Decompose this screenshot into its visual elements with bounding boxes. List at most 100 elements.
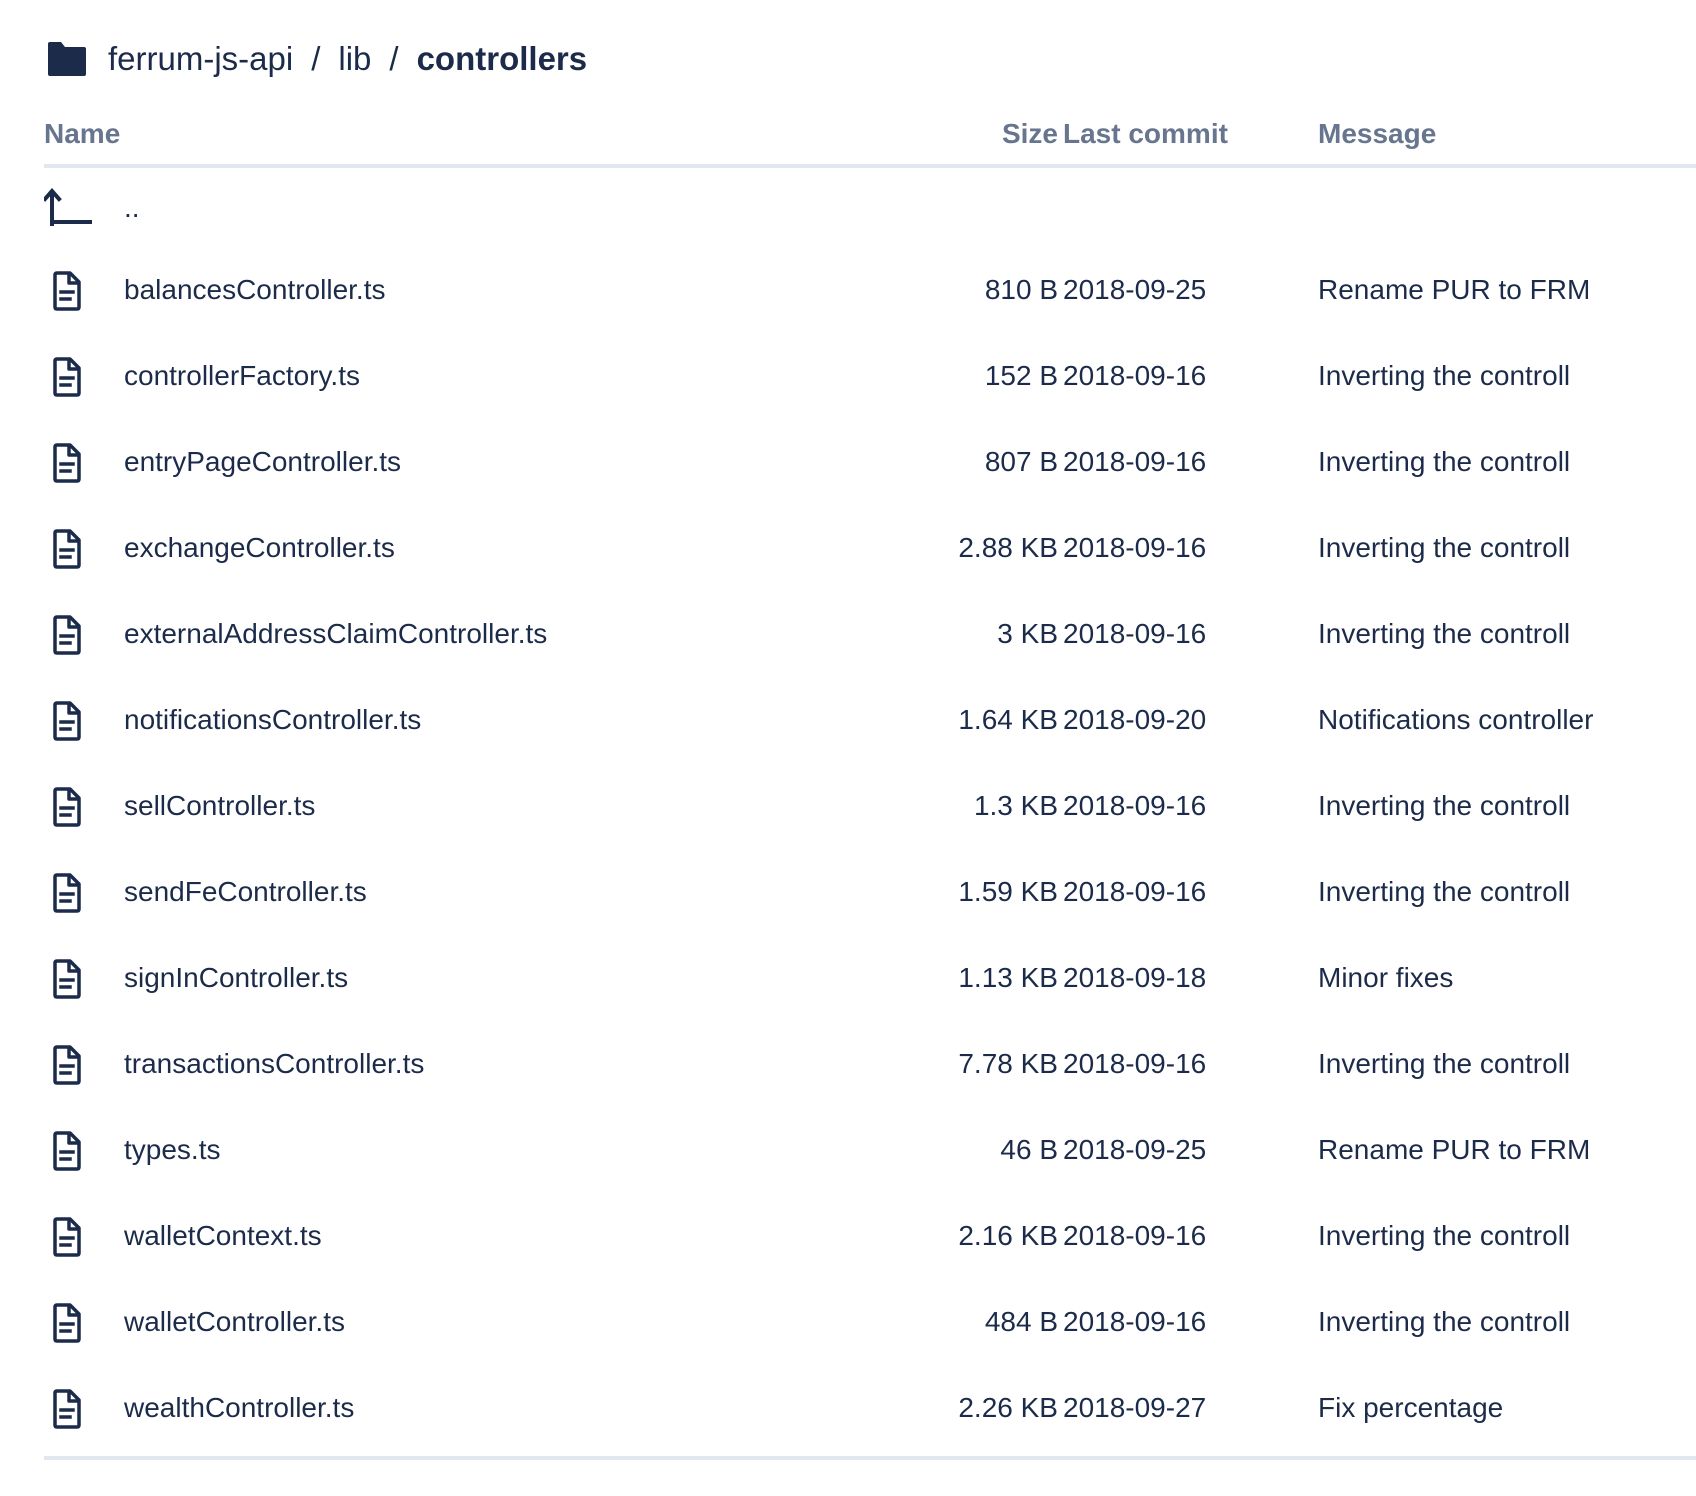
file-name-link[interactable]: wealthController.ts xyxy=(124,1392,354,1424)
table-row[interactable]: types.ts 46 B 2018-09-25 Rename PUR to FRM xyxy=(44,1110,1696,1196)
folder-icon xyxy=(48,42,86,76)
file-text-icon xyxy=(52,443,82,483)
file-size: 152 B xyxy=(984,360,1058,391)
parent-directory-row[interactable]: .. xyxy=(44,168,1696,250)
commit-message[interactable]: Inverting the controll xyxy=(1318,446,1570,478)
breadcrumb-item-repo[interactable]: ferrum-js-api xyxy=(108,40,293,78)
commit-message[interactable]: Inverting the controll xyxy=(1318,618,1570,650)
commit-message[interactable]: Inverting the controll xyxy=(1318,532,1570,564)
last-commit-date: 2018-09-16 xyxy=(1063,1048,1207,1079)
commit-message[interactable]: Inverting the controll xyxy=(1318,1220,1570,1252)
file-name-link[interactable]: exchangeController.ts xyxy=(124,532,395,564)
file-size: 1.59 KB xyxy=(958,876,1058,907)
parent-directory-label: .. xyxy=(124,192,140,223)
file-name-link[interactable]: walletController.ts xyxy=(124,1306,345,1338)
file-name-link[interactable]: transactionsController.ts xyxy=(124,1048,424,1080)
file-text-icon xyxy=(52,1045,82,1085)
table-row[interactable]: walletContext.ts 2.16 KB 2018-09-16 Inverti… xyxy=(44,1196,1696,1282)
last-commit-date: 2018-09-16 xyxy=(1063,618,1207,649)
file-name-link[interactable]: sellController.ts xyxy=(124,790,315,822)
last-commit-date: 2018-09-16 xyxy=(1063,876,1207,907)
table-row[interactable]: walletController.ts 484 B 2018-09-16 Invert… xyxy=(44,1282,1696,1368)
commit-message[interactable]: Rename PUR to FRM xyxy=(1318,274,1590,306)
commit-message[interactable]: Minor fixes xyxy=(1318,962,1453,994)
file-size: 1.13 KB xyxy=(958,962,1058,993)
table-row[interactable]: sellController.ts 1.3 KB 2018-09-16 Inverti… xyxy=(44,766,1696,852)
last-commit-date: 2018-09-25 xyxy=(1063,274,1207,305)
table-row[interactable]: sendFeController.ts 1.59 KB 2018-09-16 Inve… xyxy=(44,852,1696,938)
file-name-link[interactable]: signInController.ts xyxy=(124,962,348,994)
last-commit-date: 2018-09-27 xyxy=(1063,1392,1207,1423)
file-name-link[interactable]: types.ts xyxy=(124,1134,220,1166)
column-header-message[interactable]: Message xyxy=(1318,118,1436,150)
table-row[interactable]: externalAddressClaimController.ts 3 KB 201… xyxy=(44,594,1696,680)
file-list: balancesController.ts 810 B 2018-09-25 Rena… xyxy=(44,250,1696,1454)
table-header: Name Size Last commit Message xyxy=(44,106,1696,168)
last-commit-date: 2018-09-16 xyxy=(1063,1220,1207,1251)
file-name-link[interactable]: sendFeController.ts xyxy=(124,876,367,908)
last-commit-date: 2018-09-16 xyxy=(1063,1306,1207,1337)
file-text-icon xyxy=(52,1303,82,1343)
file-text-icon xyxy=(52,271,82,311)
commit-message[interactable]: Fix percentage xyxy=(1318,1392,1503,1424)
file-table: Name Size Last commit Message .. balance… xyxy=(44,106,1696,1460)
file-name-link[interactable]: controllerFactory.ts xyxy=(124,360,360,392)
file-size: 484 B xyxy=(984,1306,1058,1337)
breadcrumb-separator: / xyxy=(311,40,321,77)
column-header-last-commit[interactable]: Last commit xyxy=(1063,118,1228,150)
file-text-icon xyxy=(52,787,82,827)
file-text-icon xyxy=(52,1389,82,1429)
last-commit-date: 2018-09-18 xyxy=(1063,962,1207,993)
breadcrumb: ferrum-js-api / lib / controllers xyxy=(46,36,587,82)
breadcrumb-separator: / xyxy=(389,40,399,77)
file-text-icon xyxy=(52,873,82,913)
file-name-link[interactable]: notificationsController.ts xyxy=(124,704,421,736)
file-size: 2.26 KB xyxy=(958,1392,1058,1423)
table-row[interactable]: exchangeController.ts 2.88 KB 2018-09-16 In… xyxy=(44,508,1696,594)
file-text-icon xyxy=(52,1217,82,1257)
table-row[interactable]: notificationsController.ts 1.64 KB 2018-09… xyxy=(44,680,1696,766)
file-size: 2.88 KB xyxy=(958,532,1058,563)
file-size: 810 B xyxy=(984,274,1058,305)
file-name-link[interactable]: entryPageController.ts xyxy=(124,446,401,478)
file-size: 7.78 KB xyxy=(958,1048,1058,1079)
commit-message[interactable]: Inverting the controll xyxy=(1318,1048,1570,1080)
table-row[interactable]: entryPageController.ts 807 B 2018-09-16 Inv… xyxy=(44,422,1696,508)
commit-message[interactable]: Rename PUR to FRM xyxy=(1318,1134,1590,1166)
commit-message[interactable]: Inverting the controll xyxy=(1318,1306,1570,1338)
file-size: 807 B xyxy=(984,446,1058,477)
file-size: 2.16 KB xyxy=(958,1220,1058,1251)
commit-message[interactable]: Inverting the controll xyxy=(1318,360,1570,392)
table-row[interactable]: balancesController.ts 810 B 2018-09-25 Rena… xyxy=(44,250,1696,336)
last-commit-date: 2018-09-16 xyxy=(1063,790,1207,821)
level-up-icon xyxy=(44,188,92,226)
column-header-name[interactable]: Name xyxy=(44,118,120,150)
commit-message[interactable]: Inverting the controll xyxy=(1318,876,1570,908)
file-size: 3 KB xyxy=(997,618,1058,649)
last-commit-date: 2018-09-20 xyxy=(1063,704,1207,735)
breadcrumb-item-lib[interactable]: lib xyxy=(338,40,371,78)
table-row[interactable]: controllerFactory.ts 152 B 2018-09-16 Inver… xyxy=(44,336,1696,422)
table-row[interactable]: transactionsController.ts 7.78 KB 2018-09-… xyxy=(44,1024,1696,1110)
file-size: 1.3 KB xyxy=(973,790,1058,821)
commit-message[interactable]: Notifications controller xyxy=(1318,704,1593,736)
file-text-icon xyxy=(52,959,82,999)
file-text-icon xyxy=(52,529,82,569)
table-row[interactable]: signInController.ts 1.13 KB 2018-09-18 Mino… xyxy=(44,938,1696,1024)
file-text-icon xyxy=(52,701,82,741)
table-bottom-divider xyxy=(44,1456,1696,1460)
file-text-icon xyxy=(52,1131,82,1171)
column-header-size[interactable]: Size xyxy=(814,118,1058,150)
file-text-icon xyxy=(52,357,82,397)
breadcrumb-current: controllers xyxy=(416,40,588,77)
table-row[interactable]: wealthController.ts 2.26 KB 2018-09-27 Fix … xyxy=(44,1368,1696,1454)
file-text-icon xyxy=(52,615,82,655)
file-name-link[interactable]: walletContext.ts xyxy=(124,1220,322,1252)
file-name-link[interactable]: externalAddressClaimController.ts xyxy=(124,618,547,650)
last-commit-date: 2018-09-25 xyxy=(1063,1134,1207,1165)
last-commit-date: 2018-09-16 xyxy=(1063,360,1207,391)
file-size: 46 B xyxy=(1000,1134,1058,1165)
last-commit-date: 2018-09-16 xyxy=(1063,532,1207,563)
file-name-link[interactable]: balancesController.ts xyxy=(124,274,385,306)
commit-message[interactable]: Inverting the controll xyxy=(1318,790,1570,822)
